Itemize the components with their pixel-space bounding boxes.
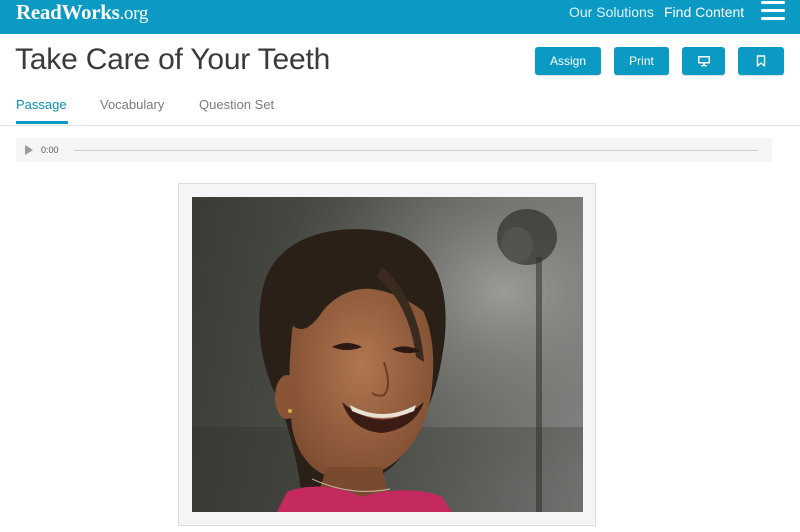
logo-suffix-text: .org xyxy=(119,3,149,24)
bookmark-button[interactable] xyxy=(738,47,784,75)
passage-image-frame xyxy=(178,183,596,526)
nav-our-solutions[interactable]: Our Solutions xyxy=(569,3,654,21)
content-tabs: Passage Vocabulary Question Set xyxy=(0,92,800,126)
monitor-icon xyxy=(697,56,710,67)
top-navigation-bar: ReadWorks.org Our Solutions Find Content xyxy=(0,0,800,34)
readworks-logo[interactable]: ReadWorks.org xyxy=(16,0,148,26)
logo-main-text: ReadWorks xyxy=(16,0,120,24)
page-title: Take Care of Your Teeth xyxy=(15,43,331,76)
assign-button[interactable]: Assign xyxy=(535,47,601,75)
active-tab-indicator xyxy=(16,121,68,124)
audio-progress-track[interactable] xyxy=(74,150,758,151)
nav-find-content[interactable]: Find Content xyxy=(664,3,744,21)
bookmark-icon xyxy=(756,55,766,67)
print-button[interactable]: Print xyxy=(614,47,669,75)
tab-vocabulary[interactable]: Vocabulary xyxy=(100,97,164,113)
audio-time: 0:00 xyxy=(41,145,59,155)
hamburger-menu-icon[interactable] xyxy=(761,1,785,21)
present-button[interactable] xyxy=(682,47,725,75)
tab-question-set[interactable]: Question Set xyxy=(199,97,274,113)
tab-passage[interactable]: Passage xyxy=(16,97,67,113)
audio-player: 0:00 xyxy=(16,138,772,162)
play-icon[interactable] xyxy=(25,145,33,155)
passage-photo xyxy=(192,197,583,512)
